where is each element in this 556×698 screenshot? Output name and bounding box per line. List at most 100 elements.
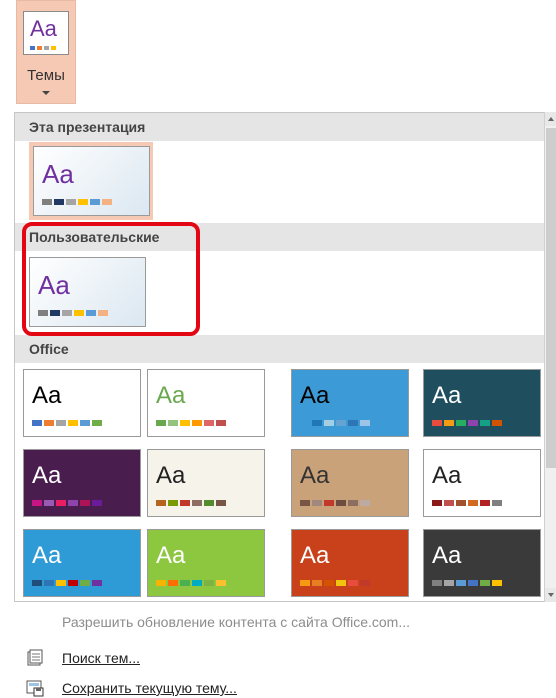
swatch <box>324 580 334 586</box>
theme-thumb-current[interactable]: Aa <box>33 146 150 216</box>
swatch <box>492 500 502 506</box>
swatch <box>348 500 358 506</box>
theme-thumb-text: Aa <box>32 382 62 409</box>
theme-thumb-text: Aa <box>156 542 186 569</box>
chevron-down-icon <box>42 91 50 95</box>
menu-allow-updates-label: Разрешить обновление контента с сайта Of… <box>62 614 411 630</box>
section-this-presentation: Эта презентация <box>15 113 545 141</box>
swatch <box>336 420 346 426</box>
swatch <box>168 500 178 506</box>
theme-thumb-office[interactable]: Aa <box>423 369 541 437</box>
swatch <box>216 580 226 586</box>
swatch-bar <box>156 500 226 506</box>
swatch <box>432 500 442 506</box>
swatch <box>156 500 166 506</box>
theme-thumb-office[interactable]: Aa <box>423 449 541 517</box>
swatch-bar <box>300 500 370 506</box>
swatch <box>80 580 90 586</box>
scroll-up-icon[interactable] <box>545 112 556 126</box>
swatch <box>192 420 202 426</box>
swatch-bar <box>32 500 102 506</box>
swatch <box>456 580 466 586</box>
swatch <box>312 580 322 586</box>
swatch <box>80 420 90 426</box>
browse-folder-icon <box>27 649 43 666</box>
scroll-thumb[interactable] <box>546 128 556 468</box>
swatch <box>360 500 370 506</box>
swatch <box>44 500 54 506</box>
annotation-highlight-frame <box>22 222 200 336</box>
swatch <box>456 500 466 506</box>
swatch <box>30 46 35 50</box>
theme-thumb-office[interactable]: Aa <box>147 369 265 437</box>
swatch <box>492 580 502 586</box>
swatch <box>348 580 358 586</box>
theme-thumb-office[interactable]: Aa <box>291 449 409 517</box>
swatch <box>444 420 454 426</box>
gallery-scrollbar[interactable] <box>544 112 556 602</box>
swatch <box>44 420 54 426</box>
theme-thumb-text: Aa <box>300 382 330 409</box>
swatch <box>192 580 202 586</box>
swatch-bar <box>432 420 502 426</box>
swatch <box>336 580 346 586</box>
swatch-bar <box>32 420 102 426</box>
swatch-bar <box>300 420 370 426</box>
swatch <box>492 420 502 426</box>
section-office: Office <box>15 335 545 363</box>
swatch-bar <box>300 580 370 586</box>
swatch <box>92 500 102 506</box>
theme-thumb-office[interactable]: Aa <box>291 529 409 597</box>
themes-button[interactable]: Aa Темы <box>16 0 76 104</box>
swatch <box>44 46 49 50</box>
menu-browse-themes-label[interactable]: Поиск тем... <box>62 646 140 670</box>
theme-thumb-office[interactable]: Aa <box>23 369 141 437</box>
theme-thumb-office[interactable]: Aa <box>23 449 141 517</box>
swatch <box>468 500 478 506</box>
swatch <box>32 420 42 426</box>
swatch <box>51 46 56 50</box>
swatch <box>180 420 190 426</box>
theme-thumb-text: Aa <box>432 462 462 489</box>
swatch <box>336 500 346 506</box>
swatch-bar <box>32 580 102 586</box>
theme-thumb-office[interactable]: Aa <box>147 449 265 517</box>
current-theme-highlight[interactable]: Aa <box>29 142 153 220</box>
swatch <box>480 580 490 586</box>
swatch <box>444 500 454 506</box>
swatch <box>68 420 78 426</box>
swatch-bar <box>42 199 112 205</box>
theme-thumb-text: Aa <box>300 542 330 569</box>
swatch <box>480 420 490 426</box>
theme-thumb-text: Aa <box>432 382 462 409</box>
swatch <box>68 500 78 506</box>
swatch <box>432 580 442 586</box>
swatch-bar <box>432 500 502 506</box>
swatch <box>168 580 178 586</box>
swatch <box>312 420 322 426</box>
theme-thumb-office[interactable]: Aa <box>291 369 409 437</box>
theme-thumb-office[interactable]: Aa <box>423 529 541 597</box>
swatch-bar <box>156 420 226 426</box>
swatch <box>204 580 214 586</box>
theme-thumb-office[interactable]: Aa <box>147 529 265 597</box>
swatch <box>192 500 202 506</box>
swatch <box>468 420 478 426</box>
swatch <box>444 580 454 586</box>
theme-thumb-text: Aa <box>32 542 62 569</box>
swatch <box>348 420 358 426</box>
themes-gallery: Эта презентация Aa Пользовательские Aa O… <box>14 112 556 602</box>
swatch <box>300 420 310 426</box>
theme-thumb-office[interactable]: Aa <box>23 529 141 597</box>
swatch <box>300 500 310 506</box>
swatch <box>360 420 370 426</box>
theme-thumb-text: Aa <box>156 462 186 489</box>
swatch <box>360 580 370 586</box>
swatch <box>44 580 54 586</box>
menu-save-theme-label[interactable]: Сохранить текущую тему... <box>62 676 237 698</box>
scroll-down-icon[interactable] <box>545 588 556 602</box>
swatch-bar <box>432 580 502 586</box>
swatch <box>92 580 102 586</box>
swatch <box>180 580 190 586</box>
swatch <box>156 420 166 426</box>
